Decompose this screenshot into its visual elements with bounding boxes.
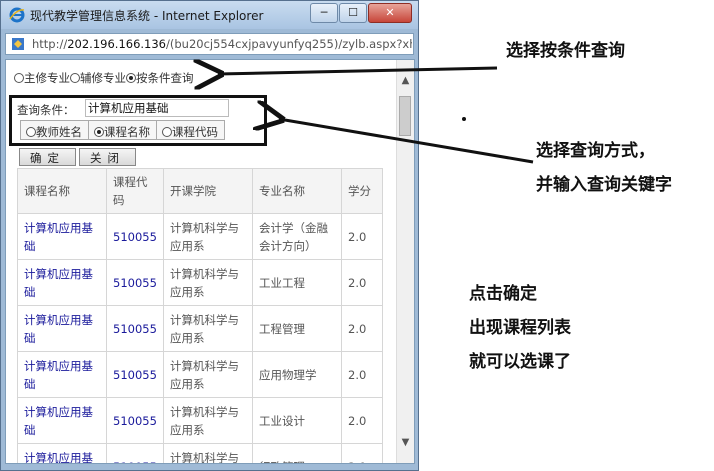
arrow-to-condition-mode [218, 68, 498, 74]
annotation-confirm-1: 点击确定 [469, 284, 537, 304]
annotation-select-method-1: 选择查询方式， [536, 141, 655, 161]
annotation-select-method-2: 并输入查询关键字 [536, 175, 672, 195]
annotation-select-mode: 选择按条件查询 [506, 41, 625, 61]
arrow-to-query-method [279, 119, 534, 164]
annotation-confirm-3: 就可以选课了 [469, 352, 571, 372]
annotation-arrows [0, 0, 534, 164]
annotation-confirm-2: 出现课程列表 [469, 318, 571, 338]
